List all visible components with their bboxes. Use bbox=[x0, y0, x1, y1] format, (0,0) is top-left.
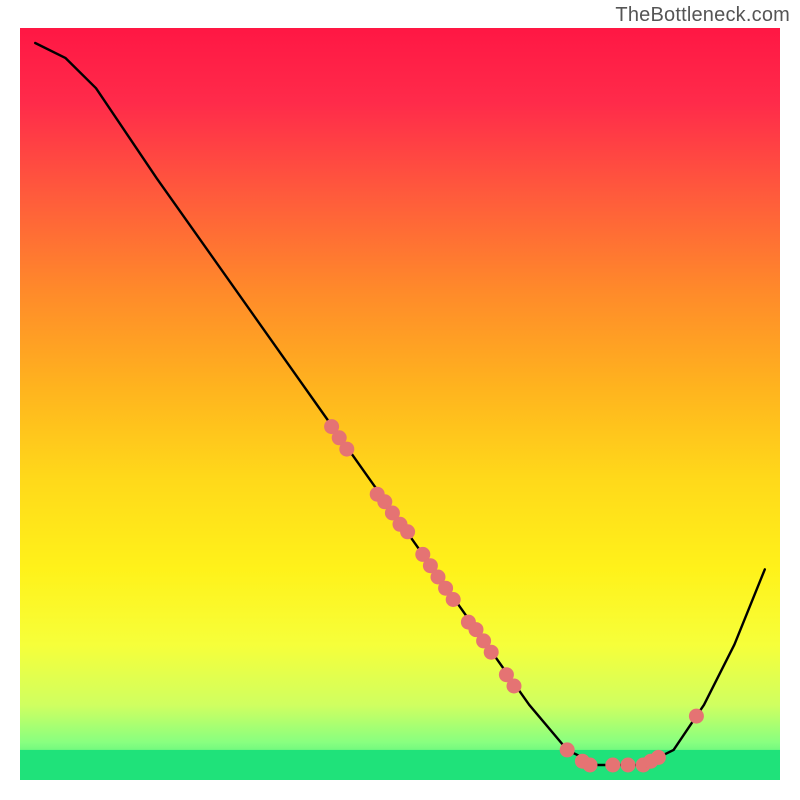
chart-container: TheBottleneck.com bbox=[0, 0, 800, 800]
data-point bbox=[560, 742, 575, 757]
data-point bbox=[651, 750, 666, 765]
data-point bbox=[339, 442, 354, 457]
attribution-label: TheBottleneck.com bbox=[615, 4, 790, 27]
data-point bbox=[583, 758, 598, 773]
data-point bbox=[484, 645, 499, 660]
data-point bbox=[400, 524, 415, 539]
data-point bbox=[446, 592, 461, 607]
data-point bbox=[621, 758, 636, 773]
chart-background bbox=[20, 28, 780, 780]
data-point bbox=[689, 709, 704, 724]
bottleneck-curve-chart bbox=[0, 0, 800, 800]
data-point bbox=[507, 679, 522, 694]
data-point bbox=[605, 758, 620, 773]
